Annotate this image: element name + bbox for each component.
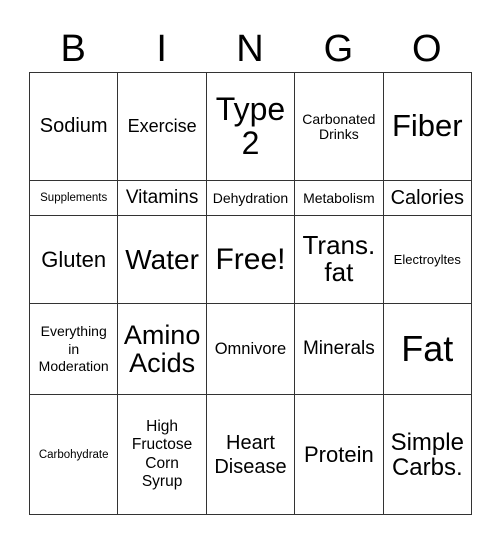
bingo-cell[interactable]: Protein — [294, 394, 384, 515]
bingo-grid: Sodium Exercise Type 2 Carbonated Drinks… — [28, 71, 473, 515]
header-letter-g: G — [323, 28, 354, 70]
header-letter-b: B — [60, 28, 86, 70]
free-space-cell[interactable]: Free! — [205, 214, 296, 305]
bingo-cell[interactable]: Sodium — [28, 71, 119, 182]
bingo-cell[interactable]: Simple Carbs. — [382, 394, 473, 515]
bingo-header: B I N G O — [29, 26, 471, 72]
bingo-cell[interactable]: Heart Disease — [205, 394, 296, 515]
bingo-cell[interactable]: High Fructose Corn Syrup — [117, 394, 207, 515]
bingo-cell[interactable]: Calories — [382, 180, 473, 216]
bingo-cell[interactable]: Fiber — [382, 71, 473, 182]
grid-row: Sodium Exercise Type 2 Carbonated Drinks… — [28, 71, 473, 182]
bingo-cell[interactable]: Water — [117, 214, 207, 305]
bingo-cell[interactable]: Exercise — [117, 71, 207, 182]
bingo-cell[interactable]: Metabolism — [294, 180, 384, 216]
bingo-cell[interactable]: Carbonated Drinks — [294, 71, 384, 182]
header-letter-i: I — [156, 28, 167, 70]
bingo-cell[interactable]: Gluten — [28, 214, 119, 305]
bingo-cell[interactable]: Vitamins — [117, 180, 207, 216]
bingo-cell[interactable]: Dehydration — [205, 180, 296, 216]
bingo-cell[interactable]: Electroyltes — [382, 214, 473, 305]
grid-row: Gluten Water Free! Trans. fat Electroylt… — [28, 214, 473, 305]
grid-row: Supplements Vitamins Dehydration Metabol… — [28, 180, 473, 216]
header-letter-o: O — [412, 28, 442, 70]
bingo-cell[interactable]: Supplements — [28, 180, 119, 216]
header-letter-n: N — [236, 28, 264, 70]
bingo-cell[interactable]: Fat — [382, 303, 473, 396]
bingo-cell[interactable]: Minerals — [294, 303, 384, 396]
grid-row: Everything in Moderation Amino Acids Omn… — [28, 303, 473, 396]
bingo-cell[interactable]: Omnivore — [205, 303, 296, 396]
bingo-cell[interactable]: Amino Acids — [117, 303, 207, 396]
bingo-cell[interactable]: Carbohydrate — [28, 394, 119, 515]
bingo-cell[interactable]: Type 2 — [205, 71, 296, 182]
grid-row: Carbohydrate High Fructose Corn Syrup He… — [28, 394, 473, 515]
bingo-cell[interactable]: Trans. fat — [294, 214, 384, 305]
bingo-cell[interactable]: Everything in Moderation — [28, 303, 119, 396]
